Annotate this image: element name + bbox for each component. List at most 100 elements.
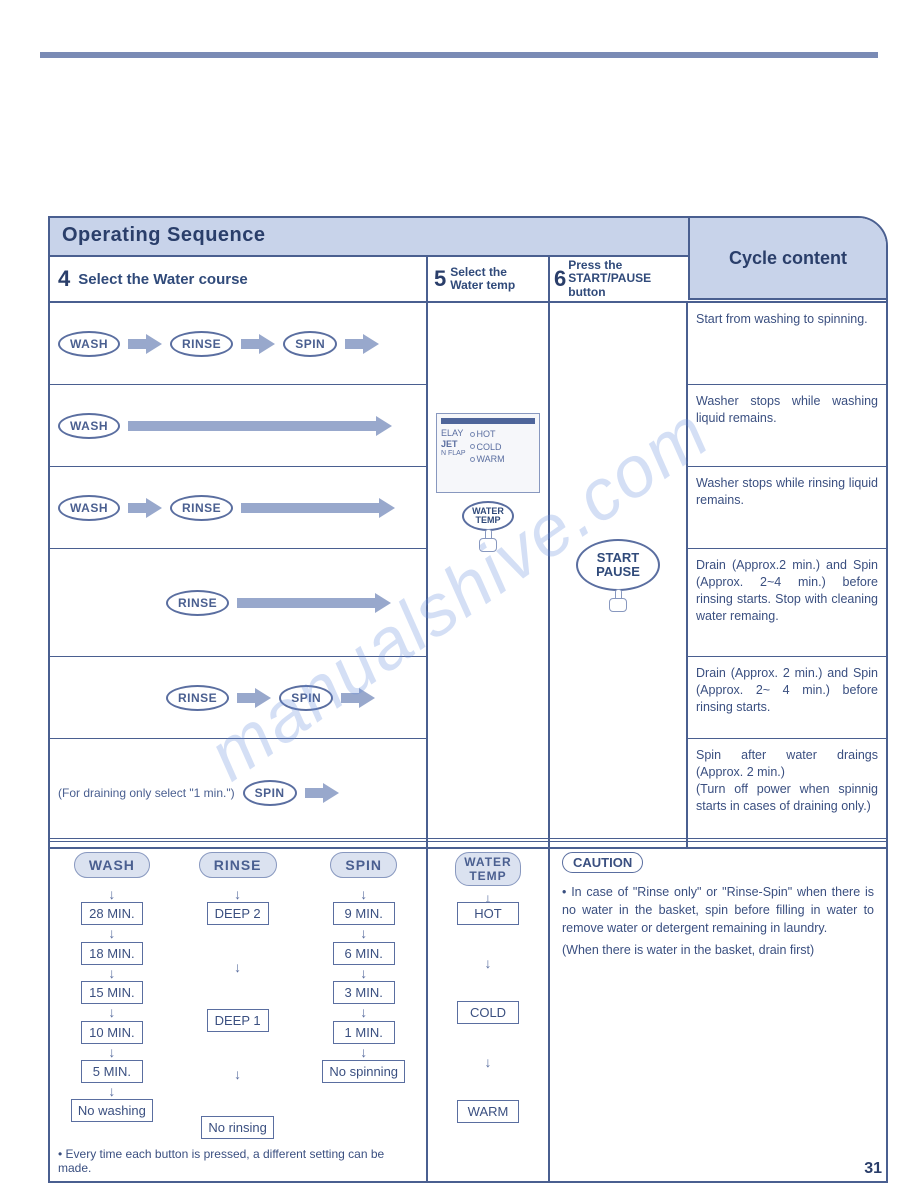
wash-button: WASH [58,413,120,439]
panel-jet: JET [441,439,466,450]
down-arrow-icon: ↓ [360,1048,367,1056]
cycle-desc-5: Drain (Approx. 2 min.) and Spin (Approx.… [688,657,886,739]
flow-item: No spinning [322,1060,405,1083]
down-arrow-icon: ↓ [360,890,367,898]
col-water-temp: ELAY JET N FLAP HOT COLD WARM WATER TEMP [428,303,550,847]
arrow-icon [128,499,162,517]
top-rule [40,52,878,58]
lower-section: WASH ↓ 28 MIN. ↓ 18 MIN. ↓ 15 MIN. ↓ 10 … [48,838,888,1183]
control-panel-diagram: ELAY JET N FLAP HOT COLD WARM WATER TEMP [436,413,540,551]
rinse-button: RINSE [170,331,233,357]
wash-pill: WASH [74,852,150,878]
step-5: 5 Select the Water temp [428,257,550,301]
rinse-flow: RINSE ↓ DEEP 2 ↓ DEEP 1 ↓ No rinsing [199,852,277,1139]
panel-flap: N FLAP [441,450,466,458]
spin-pill: SPIN [330,852,397,878]
spin-button: SPIN [279,685,333,711]
panel-hot: HOT [477,428,496,441]
arrow-icon [128,335,162,353]
cycle-desc-2: Washer stops while washing liquid remain… [688,385,886,467]
rinse-button: RINSE [166,685,229,711]
down-arrow-icon: ↓ [108,1008,115,1016]
water-temp-flow: WATER TEMP ↓ HOT ↓ COLD ↓ WARM [428,842,550,1181]
arrow-icon [241,335,275,353]
flow-footnote: • Every time each button is pressed, a d… [58,1147,418,1175]
arrow-icon [128,417,398,435]
cycle-desc-6: Spin after water draings (Approx. 2 min.… [688,739,886,847]
flow-item: 1 MIN. [333,1021,395,1044]
down-arrow-icon: ↓ [108,890,115,898]
flow-charts: WASH ↓ 28 MIN. ↓ 18 MIN. ↓ 15 MIN. ↓ 10 … [50,842,428,1181]
wash-button: WASH [58,331,120,357]
flow-item: 9 MIN. [333,902,395,925]
course-row-1: WASH RINSE SPIN [50,303,426,385]
col-start-pause: START PAUSE [550,303,688,847]
panel-box: ELAY JET N FLAP HOT COLD WARM [436,413,540,493]
down-arrow-icon: ↓ [108,929,115,937]
flow-item: HOT [457,902,519,925]
hand-pointer-icon [479,529,497,551]
spin-button: SPIN [243,780,297,806]
down-arrow-icon: ↓ [234,1036,241,1112]
flow-item: No washing [71,1099,153,1122]
rinse-button: RINSE [170,495,233,521]
cycle-desc-3: Washer stops while rinsing liquid remain… [688,467,886,549]
water-temp-pill: WATER TEMP [455,852,520,886]
hand-pointer-icon [609,589,627,611]
caution-section: CAUTION • In case of "Rinse only" or "Ri… [550,842,886,1181]
wash-button: WASH [58,495,120,521]
step-5-num: 5 [434,266,446,292]
flow-item: 3 MIN. [333,981,395,1004]
spin-flow: SPIN ↓ 9 MIN. ↓ 6 MIN. ↓ 3 MIN. ↓ 1 MIN.… [322,852,405,1139]
down-arrow-icon: ↓ [108,969,115,977]
arrow-icon [241,499,401,517]
down-arrow-icon: ↓ [234,890,241,898]
down-arrow-icon: ↓ [485,925,492,1001]
water-temp-button: WATER TEMP [462,501,514,531]
down-arrow-icon: ↓ [360,1008,367,1016]
drain-note: (For draining only select "1 min.") [58,786,235,800]
spin-button: SPIN [283,331,337,357]
course-row-6: (For draining only select "1 min.") SPIN [50,739,426,847]
panel-cold: COLD [477,441,502,454]
flow-item: 18 MIN. [81,942,143,965]
down-arrow-icon: ↓ [485,894,492,902]
course-row-2: WASH [50,385,426,467]
flow-item: 5 MIN. [81,1060,143,1083]
flow-item: No rinsing [201,1116,274,1139]
flow-item: 6 MIN. [333,942,395,965]
flow-item: 15 MIN. [81,981,143,1004]
arrow-icon [345,335,379,353]
flow-item: DEEP 1 [207,1009,269,1032]
down-arrow-icon: ↓ [108,1087,115,1095]
step-6-label: Press the START/PAUSE button [568,259,651,299]
cycle-desc-4: Drain (Approx.2 min.) and Spin (Approx. … [688,549,886,657]
step-6-num: 6 [554,266,566,292]
panel-elay: ELAY [441,428,466,439]
step-5-label: Select the Water temp [450,266,515,292]
main-panel: Operating Sequence Cycle content 4 Selec… [48,216,888,849]
caution-text: • In case of "Rinse only" or "Rinse-Spin… [562,883,874,960]
col-cycle-content: Start from washing to spinning. Washer s… [688,303,886,847]
rinse-button: RINSE [166,590,229,616]
flow-item: DEEP 2 [207,902,269,925]
flow-item: 28 MIN. [81,902,143,925]
arrow-icon [237,594,397,612]
start-pause-button: START PAUSE [576,539,660,591]
down-arrow-icon: ↓ [360,969,367,977]
flow-item: COLD [457,1001,519,1024]
arrow-icon [341,689,375,707]
course-row-5: RINSE SPIN [50,657,426,739]
rinse-pill: RINSE [199,852,277,878]
step-6: 6 Press the START/PAUSE button [550,257,688,301]
cycle-desc-1: Start from washing to spinning. [688,303,886,385]
arrow-icon [237,689,271,707]
down-arrow-icon: ↓ [360,929,367,937]
down-arrow-icon: ↓ [234,929,241,1005]
down-arrow-icon: ↓ [485,1024,492,1100]
step-4-label: Select the Water course [78,271,248,288]
step-4: 4 Select the Water course [50,257,428,301]
body-grid: WASH RINSE SPIN WASH WASH RINSE RINSE [50,303,886,847]
course-row-4: RINSE [50,549,426,657]
flow-item: WARM [457,1100,519,1123]
